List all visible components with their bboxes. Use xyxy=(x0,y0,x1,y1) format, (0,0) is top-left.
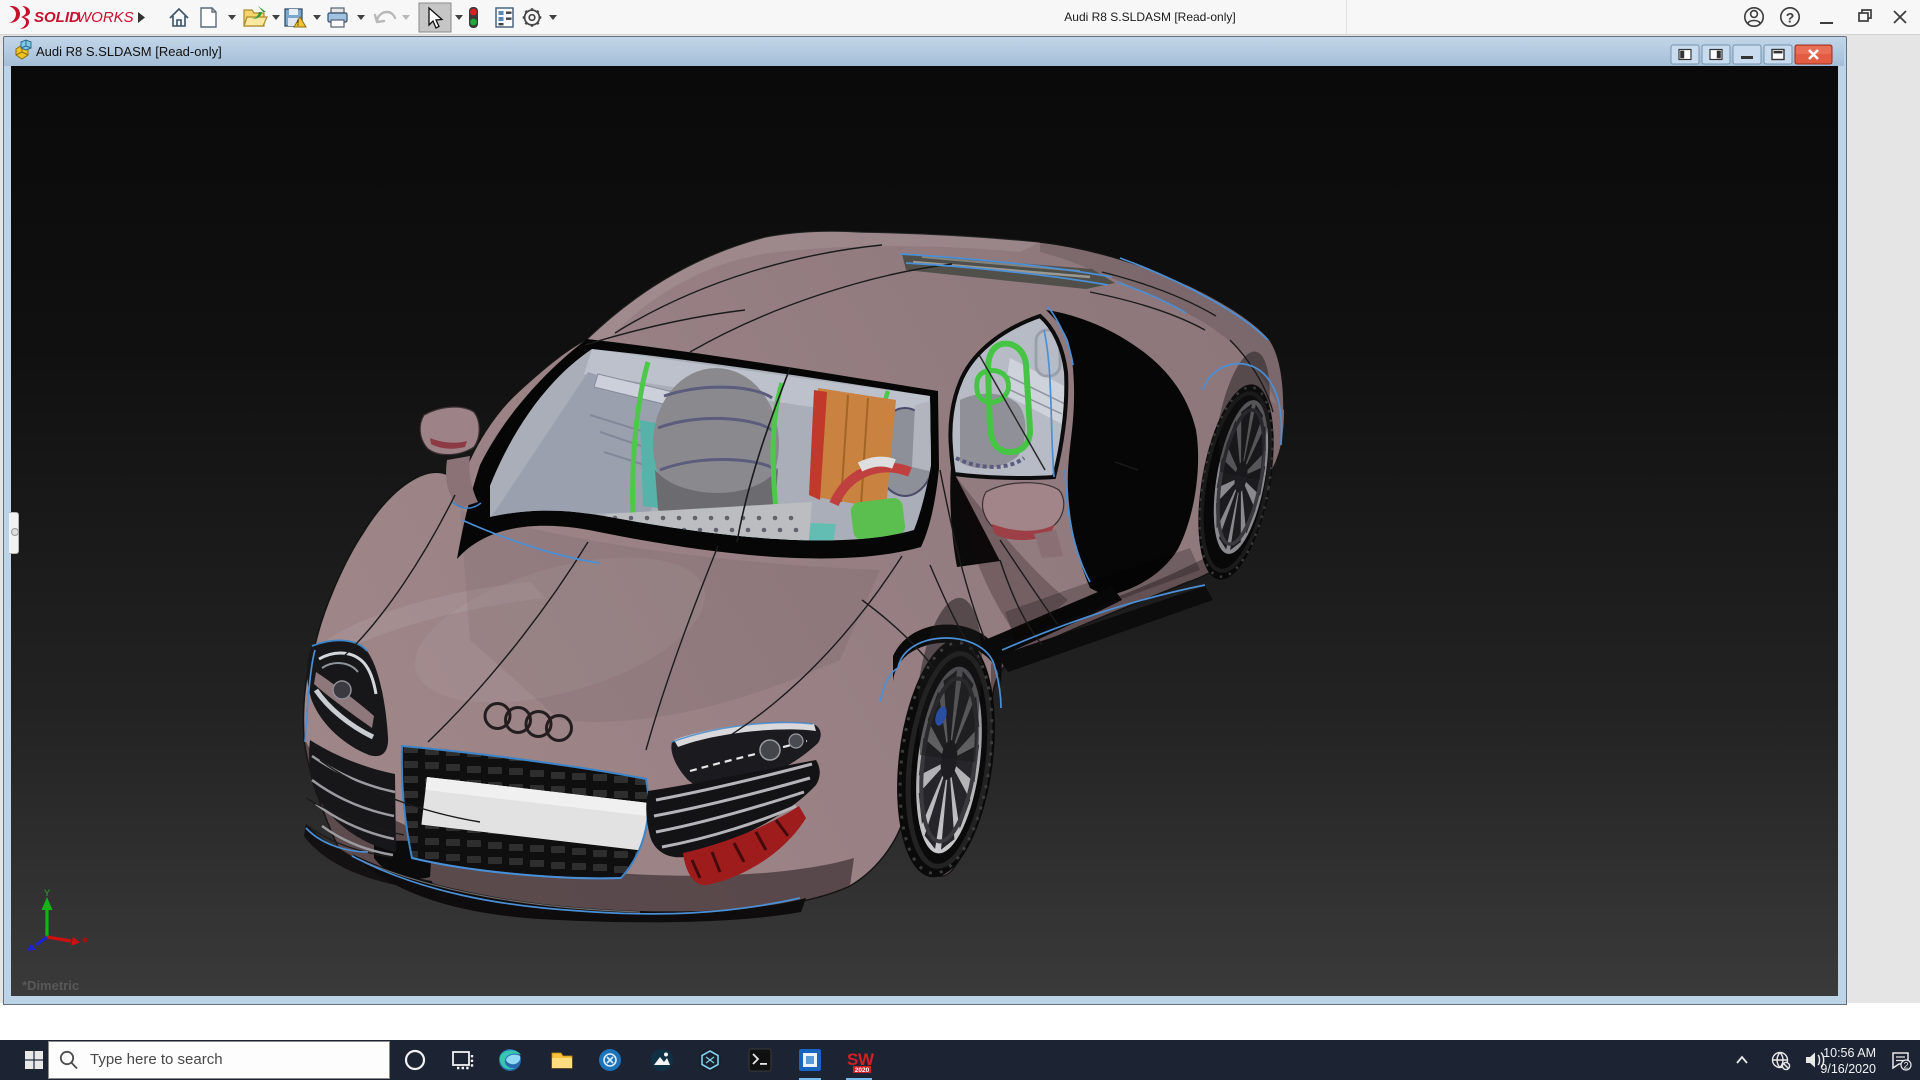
svg-text:10:56 AM: 10:56 AM xyxy=(1823,1046,1876,1060)
svg-text:*Dimetric: *Dimetric xyxy=(22,978,79,993)
svg-text:2: 2 xyxy=(1903,1061,1908,1071)
svg-text:SOLID: SOLID xyxy=(34,9,80,26)
svg-text:9/16/2020: 9/16/2020 xyxy=(1820,1062,1876,1076)
svg-text:Y: Y xyxy=(44,888,51,899)
svg-text:?: ? xyxy=(1786,10,1795,26)
svg-text:WORKS: WORKS xyxy=(77,9,134,26)
svg-text:2020: 2020 xyxy=(855,1067,870,1074)
svg-text:!: ! xyxy=(297,19,300,28)
